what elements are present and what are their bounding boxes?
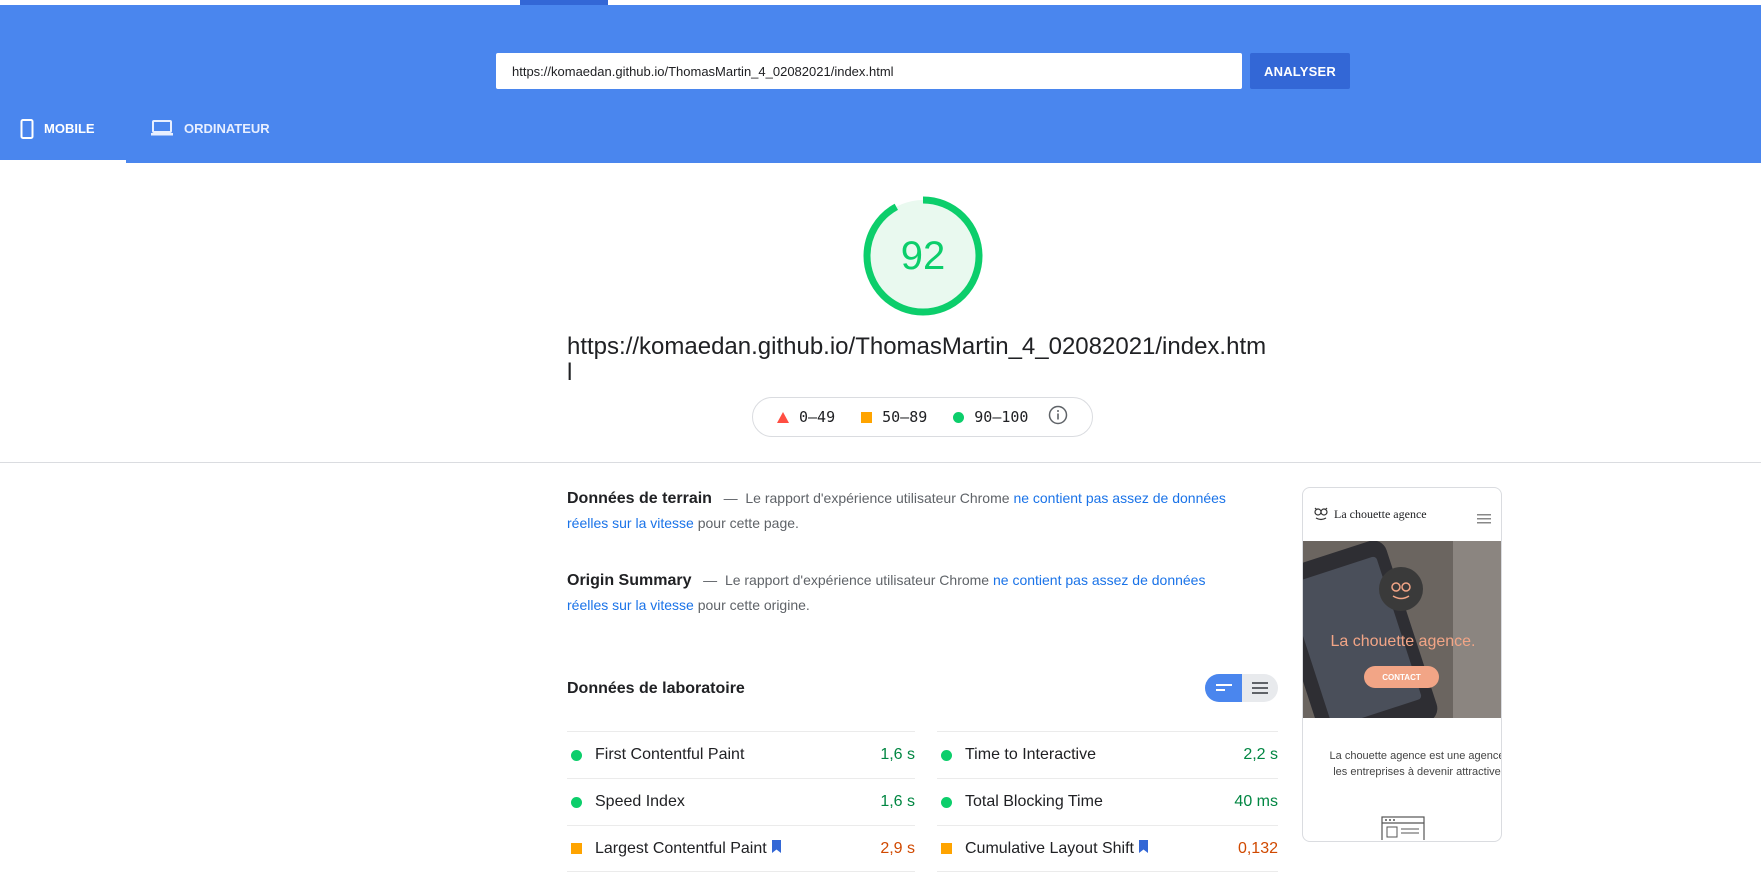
legend-average: 50–89 <box>861 408 927 426</box>
header-top-strip <box>0 0 1761 5</box>
hamburger-menu-icon <box>1477 511 1491 529</box>
average-square-icon <box>941 843 952 854</box>
metric-speed-index: Speed Index 1,6 s <box>567 778 915 825</box>
preview-body-line-2: les entreprises à devenir attractive <box>1333 766 1501 778</box>
preview-body-line-1: La chouette agence est une agence <box>1329 750 1502 762</box>
bookmark-icon[interactable] <box>771 839 781 858</box>
tab-ordinateur-label: ORDINATEUR <box>184 121 270 136</box>
tab-mobile-label: MOBILE <box>44 121 95 136</box>
good-circle-icon <box>571 796 582 808</box>
metric-name: First Contentful Paint <box>595 746 745 763</box>
field-data-dash: — <box>723 490 738 506</box>
metric-first-contentful-paint: First Contentful Paint 1,6 s <box>567 731 915 778</box>
score-legend: 0–49 50–89 90–100 <box>752 397 1093 437</box>
analyse-button[interactable]: ANALYSER <box>1250 53 1350 89</box>
triangle-icon <box>777 411 789 423</box>
legend-pass-range: 90–100 <box>974 408 1029 426</box>
preview-navbar: La chouette agence <box>1303 488 1501 541</box>
view-toggle[interactable] <box>1205 674 1278 702</box>
average-square-icon <box>571 843 582 854</box>
field-data-text: Le rapport d'expérience utilisateur Chro… <box>745 490 1010 506</box>
circle-icon <box>953 411 965 423</box>
preview-hero: La chouette agence. CONTACT <box>1303 541 1501 718</box>
analysed-page-url: https://komaedan.github.io/ThomasMartin_… <box>567 333 1267 386</box>
tab-ordinateur[interactable]: ORDINATEUR <box>150 119 290 163</box>
metric-value: 1,6 s <box>880 746 915 763</box>
section-divider <box>0 462 1761 463</box>
compact-view-icon[interactable] <box>1205 674 1242 702</box>
square-icon <box>861 411 873 423</box>
metric-name-wrap: Cumulative Layout Shift <box>965 839 1238 858</box>
lab-data-title: Données de laboratoire <box>567 680 745 697</box>
preview-site-name: La chouette agence <box>1334 507 1427 521</box>
metric-time-to-interactive: Time to Interactive 2,2 s <box>937 731 1278 778</box>
legend-fail-range: 0–49 <box>799 408 836 426</box>
preview-contact-button: CONTACT <box>1364 666 1439 688</box>
legend-fail: 0–49 <box>777 408 835 426</box>
metric-value: 0,132 <box>1237 839 1278 857</box>
metric-cumulative-layout-shift: Cumulative Layout Shift 0,132 <box>937 825 1278 872</box>
bookmark-icon[interactable] <box>1138 839 1148 858</box>
preview-hero-title: La chouette agence. <box>1330 633 1476 650</box>
metric-name-wrap: Largest Contentful Paint <box>595 839 880 858</box>
origin-summary-text: Le rapport d'expérience utilisateur Chro… <box>724 572 990 588</box>
owl-logo-icon <box>1313 505 1329 525</box>
metric-name: Time to Interactive <box>965 746 1097 763</box>
browser-window-icon <box>1381 816 1425 841</box>
laptop-icon <box>150 119 174 140</box>
list-view-icon[interactable] <box>1242 674 1278 702</box>
metrics-right-column: Time to Interactive 2,2 s Total Blocking… <box>937 731 1278 872</box>
phone-photo-background <box>1303 541 1501 718</box>
performance-score-gauge: 92 <box>861 194 985 318</box>
legend-pass: 90–100 <box>953 408 1028 426</box>
metric-name: Speed Index <box>595 793 685 810</box>
preview-body-text: La chouette agence est une agence les en… <box>1307 748 1502 780</box>
header-bar: ANALYSER MOBILE ORDINATEUR <box>0 0 1761 163</box>
smartphone-icon <box>20 119 34 142</box>
metric-value: 2,9 s <box>880 839 915 857</box>
good-circle-icon <box>571 749 582 761</box>
origin-summary-text-after: pour cette origine. <box>697 597 810 613</box>
good-circle-icon <box>941 749 952 761</box>
field-data-title: Données de terrain <box>567 490 712 507</box>
info-icon[interactable] <box>1048 405 1068 429</box>
metric-name: Largest Contentful Paint <box>595 839 767 857</box>
page-screenshot-preview: La chouette agence La chouette agence. C… <box>1302 487 1502 842</box>
origin-summary-title: Origin Summary <box>567 572 692 589</box>
metric-value: 2,2 s <box>1243 746 1278 763</box>
metric-value: 1,6 s <box>880 793 915 810</box>
score-value: 92 <box>900 233 946 278</box>
metric-value: 40 ms <box>1234 793 1278 810</box>
metric-name: Cumulative Layout Shift <box>965 839 1134 857</box>
header-top-accent <box>520 0 608 5</box>
url-input[interactable] <box>496 53 1242 89</box>
good-circle-icon <box>941 796 952 808</box>
metric-total-blocking-time: Total Blocking Time 40 ms <box>937 778 1278 825</box>
field-data-text-after: pour cette page. <box>697 515 799 531</box>
field-data-section: Données de terrain — Le rapport d'expéri… <box>567 486 1227 536</box>
metric-largest-contentful-paint: Largest Contentful Paint 2,9 s <box>567 825 915 872</box>
origin-summary-dash: — <box>703 572 718 588</box>
metrics-left-column: First Contentful Paint 1,6 s Speed Index… <box>567 731 915 872</box>
metric-name: Total Blocking Time <box>965 793 1103 810</box>
origin-summary-section: Origin Summary — Le rapport d'expérience… <box>567 568 1227 618</box>
tab-mobile[interactable]: MOBILE <box>0 119 126 163</box>
legend-average-range: 50–89 <box>882 408 928 426</box>
